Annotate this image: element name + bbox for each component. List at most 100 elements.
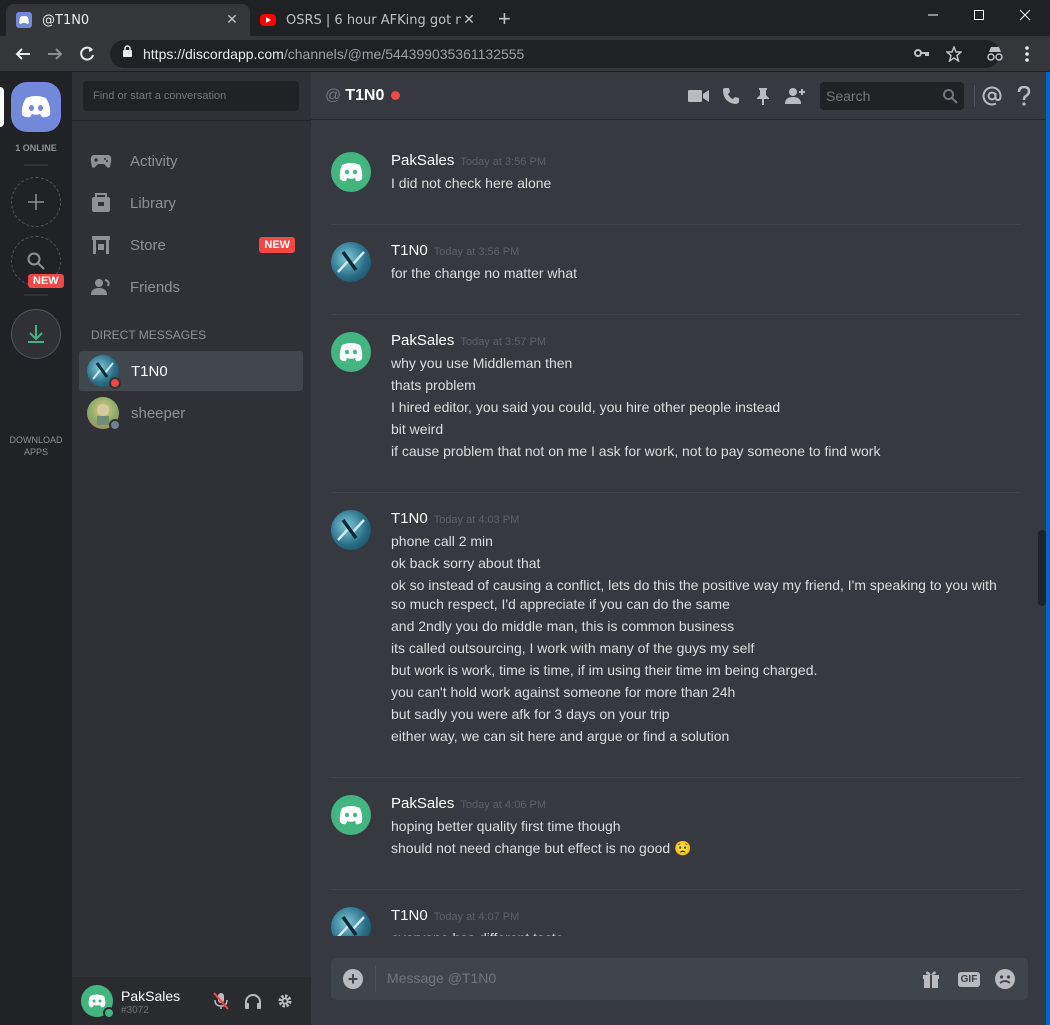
url-text: https://discordapp.com/channels/@me/5443…: [143, 46, 524, 62]
message-author[interactable]: PakSales Today at 4:06 PM: [391, 795, 546, 812]
gif-icon[interactable]: GIF: [956, 968, 982, 990]
minimize-icon[interactable]: [910, 0, 956, 30]
gift-icon[interactable]: [920, 968, 942, 990]
new-tab-button[interactable]: +: [498, 6, 511, 32]
headphones-icon[interactable]: [243, 991, 263, 1011]
message-author[interactable]: T1N0 Today at 3:56 PM: [391, 242, 519, 259]
add-server-button[interactable]: [11, 177, 61, 227]
scrollbar-thumb[interactable]: [1038, 530, 1046, 606]
dm-item-sheeper[interactable]: sheeper: [79, 393, 303, 433]
message-author[interactable]: T1N0 Today at 4:03 PM: [391, 510, 519, 527]
mute-microphone-icon[interactable]: [211, 991, 231, 1011]
add-friend-icon[interactable]: [783, 84, 807, 108]
message-text: and 2ndly you do middle man, this is com…: [391, 618, 735, 634]
avatar[interactable]: [331, 242, 371, 282]
author-name[interactable]: PakSales: [391, 332, 454, 349]
tab-discord[interactable]: @T1N0 ✕: [6, 4, 250, 36]
user-avatar[interactable]: [81, 985, 115, 1019]
help-icon[interactable]: [1012, 84, 1036, 108]
dm-sidebar: Find or start a conversation Activity Li…: [72, 72, 311, 1025]
online-status-icon: [103, 1007, 115, 1019]
download-apps-button[interactable]: [11, 309, 61, 359]
avatar[interactable]: [331, 332, 371, 372]
message-text: but work is work, time is time, if im us…: [391, 662, 818, 678]
message-timestamp: Today at 4:03 PM: [433, 514, 520, 526]
tab-close-icon[interactable]: ✕: [461, 12, 477, 28]
message-text: for the change no matter what: [391, 265, 577, 281]
search-icon: [943, 89, 958, 104]
message-composer[interactable]: + Message @T1N0 GIF: [331, 958, 1028, 1000]
message-text: if cause problem that not on me I ask fo…: [391, 443, 881, 459]
guild-rail: 1 ONLINE NEW DOWNLOAD APPS: [0, 72, 72, 1025]
new-badge: NEW: [28, 274, 64, 288]
tab-title: OSRS | 6 hour AFKing got me 99: [286, 12, 461, 28]
forward-icon[interactable]: [44, 43, 66, 65]
friends-icon: [90, 276, 112, 298]
menu-kebab-icon[interactable]: [1016, 43, 1038, 65]
message-author[interactable]: PakSales Today at 3:57 PM: [391, 332, 546, 349]
tab-close-icon[interactable]: ✕: [224, 12, 240, 28]
sidebar-item-store[interactable]: Store NEW: [80, 225, 303, 265]
message-text: why you use Middleman then: [391, 355, 573, 371]
author-name[interactable]: PakSales: [391, 152, 454, 169]
discord-home-button[interactable]: [11, 82, 61, 132]
author-name[interactable]: T1N0: [391, 907, 428, 924]
online-count: 1 ONLINE: [15, 143, 57, 153]
store-icon: [90, 234, 112, 256]
message-text: its called outsourcing, I work with many…: [391, 640, 755, 656]
url-bar[interactable]: https://discordapp.com/channels/@me/5443…: [110, 40, 1000, 68]
maximize-icon[interactable]: [956, 0, 1002, 30]
author-name[interactable]: T1N0: [391, 242, 428, 259]
message-text: ok back sorry about that: [391, 555, 541, 571]
message-text: I did not check here alone: [391, 175, 552, 191]
sidebar-item-label: Library: [130, 194, 176, 212]
channel-title: T1N0: [345, 86, 385, 104]
author-name[interactable]: PakSales: [391, 795, 454, 812]
message-text: but sadly you were afk for 3 days on you…: [391, 706, 670, 722]
mentions-icon[interactable]: [980, 84, 1004, 108]
rail-separator: [24, 294, 48, 296]
avatar[interactable]: [331, 795, 371, 835]
download-label-line: DOWNLOAD: [9, 435, 63, 445]
direct-messages-header: DIRECT MESSAGES: [91, 328, 207, 342]
download-label-line: APPS: [23, 447, 48, 457]
settings-gear-icon[interactable]: [275, 991, 295, 1011]
sidebar-divider: [72, 120, 311, 121]
message-list: PakSales Today at 3:56 PM I did not check …: [311, 120, 1035, 936]
voice-call-icon[interactable]: [719, 84, 743, 108]
user-panel: PakSales #3072: [72, 977, 311, 1025]
author-name[interactable]: T1N0: [391, 510, 428, 527]
find-conversation-input[interactable]: Find or start a conversation: [83, 81, 299, 111]
emoji-picker-icon[interactable]: [994, 968, 1016, 990]
search-icon: [27, 252, 45, 270]
sidebar-item-library[interactable]: Library: [80, 183, 303, 223]
bookmark-star-icon[interactable]: [945, 44, 963, 65]
avatar: [87, 397, 121, 431]
sidebar-item-friends[interactable]: Friends: [80, 267, 303, 307]
search-placeholder: Search: [826, 88, 871, 104]
avatar[interactable]: [331, 152, 371, 192]
dm-item-t1n0[interactable]: T1N0: [79, 351, 303, 391]
avatar[interactable]: [331, 907, 371, 936]
reload-icon[interactable]: [76, 43, 98, 65]
window-close-icon[interactable]: [1002, 0, 1048, 30]
key-icon[interactable]: [914, 46, 930, 62]
pin-icon[interactable]: [751, 84, 775, 108]
chat-area: @ T1N0 Search PakSales Today at 3:56 PM …: [311, 72, 1050, 1025]
upload-plus-icon[interactable]: +: [343, 969, 363, 989]
tab-youtube[interactable]: OSRS | 6 hour AFKing got me 99 ✕: [250, 4, 487, 36]
download-icon: [28, 325, 44, 343]
dnd-status-icon: [391, 91, 401, 100]
back-icon[interactable]: [12, 43, 34, 65]
message-author[interactable]: T1N0 Today at 4:07 PM: [391, 907, 519, 924]
video-call-icon[interactable]: [687, 84, 711, 108]
message-divider: [331, 224, 1021, 225]
incognito-icon[interactable]: [984, 43, 1006, 65]
message-divider: [331, 889, 1021, 890]
sidebar-item-activity[interactable]: Activity: [80, 141, 303, 181]
avatar[interactable]: [331, 510, 371, 550]
composer-divider: [375, 966, 376, 992]
search-input[interactable]: Search: [820, 82, 964, 110]
window-border: [1046, 72, 1050, 1025]
message-author[interactable]: PakSales Today at 3:56 PM: [391, 152, 546, 169]
